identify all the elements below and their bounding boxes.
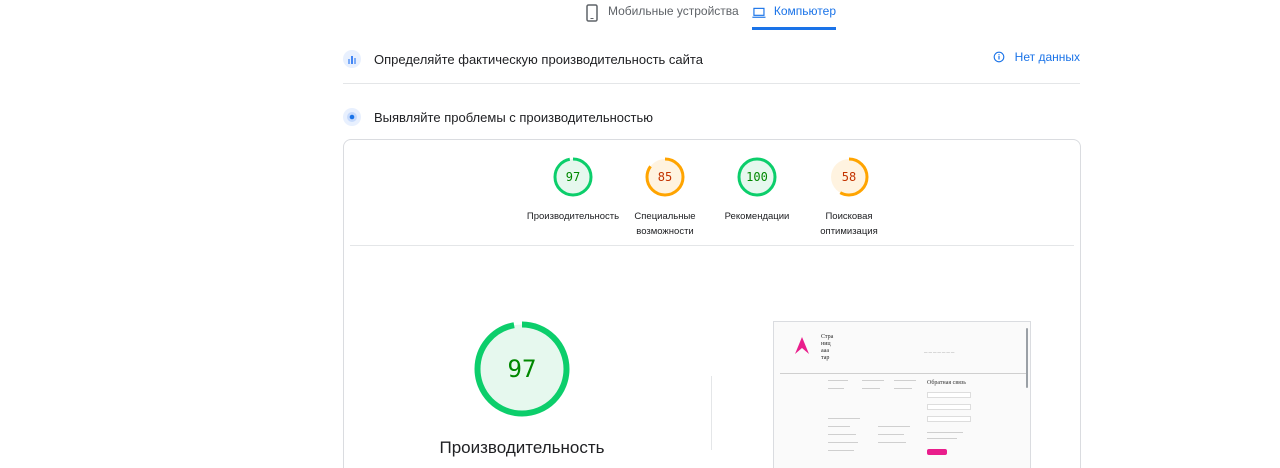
site-feedback-image: Обратная связь (927, 380, 966, 386)
tab-desktop[interactable]: Компьютер (752, 0, 836, 30)
gauge-best-practices[interactable]: 100 Рекомендации (711, 157, 803, 239)
gauge-performance[interactable]: 97 Производительность (527, 157, 619, 239)
field-data-title: Определяйте фактическую производительнос… (374, 51, 703, 67)
gauge-label: Рекомендации (724, 211, 790, 222)
gauge-label: Поисковая оптимизация (820, 211, 878, 237)
score-value: 97 (508, 355, 537, 383)
main-score-ring: 97 (474, 321, 570, 417)
vertical-separator (711, 376, 712, 450)
field-data-icon (343, 50, 361, 68)
card-divider (350, 245, 1074, 246)
no-data-label: Нет данных (1014, 50, 1080, 64)
score-ring: 97 (553, 157, 593, 197)
site-nav-image: — — — — — — — (924, 350, 955, 354)
main-score-label: Производительность (439, 438, 605, 457)
score-value: 85 (658, 170, 672, 184)
tab-desktop-label: Компьютер (773, 4, 836, 18)
lab-data-section: Выявляйте проблемы с производительностью (343, 108, 1080, 126)
screenshot-scrollbar (1026, 328, 1028, 388)
main-performance-gauge: 97 Производительность (439, 321, 605, 458)
tab-mobile-label: Мобильные устройства (608, 4, 739, 18)
section-divider (343, 83, 1080, 84)
score-value: 100 (746, 170, 768, 184)
score-gauges: 97 Производительность 85 Специальные возм… (527, 157, 895, 239)
score-value: 97 (566, 170, 580, 184)
score-ring: 85 (645, 157, 685, 197)
score-ring: 58 (829, 157, 869, 197)
laptop-icon (752, 7, 766, 18)
score-value: 58 (842, 170, 856, 184)
lab-data-icon (343, 108, 361, 126)
site-submit-image (927, 449, 947, 455)
device-tabs: Мобильные устройства Компьютер (580, 0, 836, 32)
gauge-label: Специальные возможности (634, 211, 696, 237)
tab-mobile[interactable]: Мобильные устройства (580, 0, 752, 30)
page-screenshot: Стра ниц ааа тар — — — — — — — Обратная свя… (773, 321, 1031, 468)
no-data-link[interactable]: Нет данных (993, 50, 1080, 64)
info-icon (993, 51, 1005, 63)
phone-icon (586, 4, 598, 22)
lab-data-title: Выявляйте проблемы с производительностью (374, 109, 654, 125)
gauge-label: Производительность (526, 211, 620, 222)
site-logo (795, 337, 809, 354)
score-ring: 100 (737, 157, 777, 197)
report-card: 97 Производительность 85 Специальные возм… (343, 139, 1081, 468)
gauge-accessibility[interactable]: 85 Специальные возможности (619, 157, 711, 239)
site-title-image: Стра ниц ааа тар (821, 334, 834, 361)
field-data-section: Определяйте фактическую производительнос… (343, 50, 1080, 68)
gauge-seo[interactable]: 58 Поисковая оптимизация (803, 157, 895, 239)
